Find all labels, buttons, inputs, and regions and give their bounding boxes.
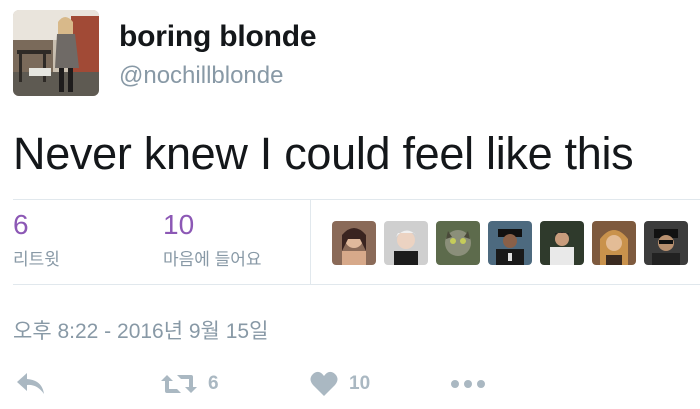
like-stat[interactable]: 10 마음에 들어요 bbox=[163, 208, 262, 270]
retweet-label: 리트윗 bbox=[13, 250, 60, 269]
retweet-icon bbox=[161, 372, 197, 396]
stats-bottom-divider bbox=[13, 284, 700, 285]
like-count: 10 bbox=[163, 209, 195, 240]
liker-avatars bbox=[332, 221, 688, 265]
display-name[interactable]: boring blonde bbox=[119, 20, 317, 54]
retweet-button[interactable]: 6 bbox=[161, 368, 219, 400]
liker-avatar-1[interactable] bbox=[332, 221, 376, 265]
tweet-timestamp[interactable]: 오후 8:22 - 2016년 9월 15일 bbox=[13, 315, 268, 345]
user-handle[interactable]: @nochillblonde bbox=[119, 62, 283, 90]
retweet-stat[interactable]: 6 리트윗 bbox=[13, 208, 60, 270]
retweet-action-count: 6 bbox=[208, 373, 219, 394]
stats-vertical-divider bbox=[310, 200, 311, 284]
stats-top-divider bbox=[13, 199, 700, 200]
reply-button[interactable] bbox=[15, 368, 47, 400]
reply-icon bbox=[15, 371, 47, 397]
like-label: 마음에 들어요 bbox=[163, 250, 262, 269]
liker-avatar-5[interactable] bbox=[540, 221, 584, 265]
more-icon bbox=[450, 379, 486, 389]
liker-avatar-3[interactable] bbox=[436, 221, 480, 265]
like-button[interactable]: 10 bbox=[310, 368, 370, 400]
more-button[interactable] bbox=[450, 368, 486, 400]
liker-avatar-4[interactable] bbox=[488, 221, 532, 265]
tweet-actions: 6 10 bbox=[13, 368, 573, 400]
like-action-count: 10 bbox=[349, 373, 371, 394]
tweet-text: Never knew I could feel like this bbox=[13, 128, 634, 179]
liker-avatar-6[interactable] bbox=[592, 221, 636, 265]
liker-avatar-7[interactable] bbox=[644, 221, 688, 265]
heart-icon bbox=[310, 371, 338, 397]
user-avatar[interactable] bbox=[13, 10, 99, 96]
liker-avatar-2[interactable] bbox=[384, 221, 428, 265]
retweet-count: 6 bbox=[13, 209, 29, 240]
